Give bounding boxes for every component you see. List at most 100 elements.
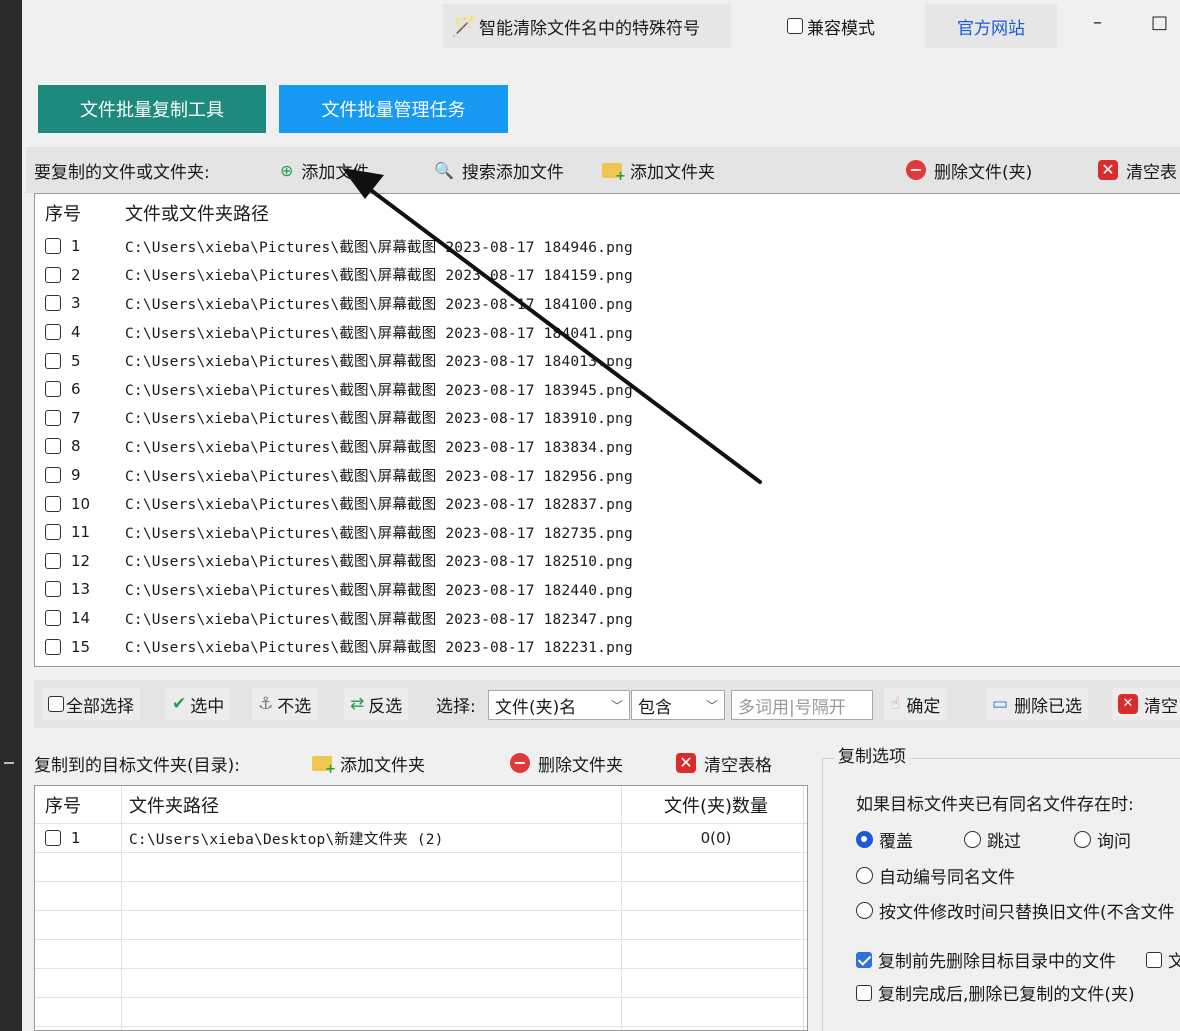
col-path-header[interactable]: 文件或文件夹路径 <box>125 200 269 226</box>
row-index: 5 <box>35 352 125 370</box>
row-checkbox[interactable] <box>45 638 61 655</box>
clean-special-chars-button[interactable]: 🪄 智能清除文件名中的特殊符号 <box>443 4 731 48</box>
table-row[interactable]: 15 C:\Users\xieba\Pictures\截图\屏幕截图 2023-0… <box>35 632 1180 661</box>
official-site-button[interactable]: 官方网站 <box>925 4 1057 48</box>
add-file-label: 添加文件 <box>301 162 370 183</box>
ask-radio[interactable]: 询问 <box>1074 827 1131 852</box>
skip-radio[interactable]: 跳过 <box>964 827 1021 852</box>
row-checkbox[interactable] <box>45 524 61 541</box>
delete-after-copy-box[interactable] <box>856 984 872 1001</box>
deselect-button[interactable]: ⚓ 不选 <box>252 688 318 720</box>
select-button[interactable]: ✔ 选中 <box>166 688 231 720</box>
row-checkbox[interactable] <box>45 352 61 369</box>
row-index-text: 6 <box>71 380 81 399</box>
col-index-header[interactable]: 序号 <box>35 200 125 226</box>
field-select[interactable]: 文件(夹)名 ﹀ <box>488 690 630 720</box>
source-label: 要复制的文件或文件夹: <box>34 147 210 193</box>
auto-number-radio-dot[interactable] <box>856 867 873 884</box>
row-index: 9 <box>35 466 125 484</box>
table-row[interactable]: 4 C:\Users\xieba\Pictures\截图\屏幕截图 2023-08… <box>35 318 1180 347</box>
row-index-text: 4 <box>71 323 81 342</box>
delete-folder-button[interactable]: − 删除文件夹 <box>510 740 623 786</box>
delete-selected-button[interactable]: ▭ 删除已选 <box>986 688 1089 720</box>
table-row[interactable]: 9 C:\Users\xieba\Pictures\截图\屏幕截图 2023-08… <box>35 461 1180 490</box>
row-checkbox[interactable] <box>45 581 61 598</box>
invert-button[interactable]: ⇄ 反选 <box>344 688 409 720</box>
row-checkbox[interactable] <box>45 438 61 455</box>
minimize-button[interactable]: – <box>1093 12 1102 33</box>
table-row[interactable]: 8 C:\Users\xieba\Pictures\截图\屏幕截图 2023-08… <box>35 432 1180 461</box>
delete-target-before-box[interactable] <box>856 951 872 968</box>
select-all-label: 全部选择 <box>66 696 134 717</box>
target-list-header: 序号 文件夹路径 文件(夹)数量 <box>35 786 807 824</box>
target-label: 复制到的目标文件夹(目录): <box>34 740 240 786</box>
add-folder-button[interactable]: 添加文件夹 <box>602 147 715 193</box>
table-row[interactable]: 13 C:\Users\xieba\Pictures\截图\屏幕截图 2023-0… <box>35 575 1180 604</box>
table-row[interactable]: 11 C:\Users\xieba\Pictures\截图\屏幕截图 2023-0… <box>35 518 1180 547</box>
row-checkbox[interactable] <box>45 467 61 484</box>
row-checkbox[interactable] <box>45 610 61 627</box>
select-all-checkbox[interactable]: 全部选择 <box>42 688 140 720</box>
match-select[interactable]: 包含 ﹀ <box>631 690 725 720</box>
row-checkbox[interactable] <box>45 238 61 255</box>
delete-file-button[interactable]: − 删除文件(夹) <box>906 147 1032 193</box>
col-count-header[interactable]: 文件(夹)数量 <box>641 792 791 818</box>
target-add-folder-button[interactable]: 添加文件夹 <box>312 740 425 786</box>
table-row[interactable]: 6 C:\Users\xieba\Pictures\截图\屏幕截图 2023-08… <box>35 375 1180 404</box>
row-index-text: 7 <box>71 408 81 427</box>
table-row[interactable]: 3 C:\Users\xieba\Pictures\截图\屏幕截图 2023-08… <box>35 289 1180 318</box>
file-list-header: 序号 文件或文件夹路径 <box>35 194 1180 232</box>
close-icon: ✕ <box>676 753 696 773</box>
confirm-button[interactable]: ☝ 确定 <box>884 688 947 720</box>
clear-table-button[interactable]: ✕ 清空表 <box>1098 147 1177 193</box>
table-row[interactable]: 1 C:\Users\xieba\Desktop\新建文件夹 (2) 0(0) <box>35 824 807 853</box>
compat-checkbox-box[interactable] <box>787 18 803 34</box>
row-checkbox[interactable] <box>45 295 61 312</box>
col-folder-path-header[interactable]: 文件夹路径 <box>129 792 641 818</box>
source-file-list[interactable]: 序号 文件或文件夹路径 1 C:\Users\xieba\Pictures\截图\… <box>34 193 1180 667</box>
extra-option-checkbox[interactable]: 文 <box>1146 947 1180 972</box>
add-file-button[interactable]: ⊕ 添加文件 <box>280 147 369 193</box>
tab-batch-copy[interactable]: 文件批量复制工具 <box>38 85 266 133</box>
table-row[interactable]: 7 C:\Users\xieba\Pictures\截图\屏幕截图 2023-08… <box>35 404 1180 433</box>
table-row[interactable]: 14 C:\Users\xieba\Pictures\截图\屏幕截图 2023-0… <box>35 604 1180 633</box>
row-file-path: C:\Users\xieba\Pictures\截图\屏幕截图 2023-08-… <box>125 325 633 342</box>
auto-number-radio[interactable]: 自动编号同名文件 <box>856 863 1015 888</box>
select-all-box[interactable] <box>48 696 64 712</box>
row-checkbox[interactable] <box>45 495 61 512</box>
skip-radio-dot[interactable] <box>964 831 981 848</box>
table-row[interactable]: 12 C:\Users\xieba\Pictures\截图\屏幕截图 2023-0… <box>35 547 1180 576</box>
ask-radio-dot[interactable] <box>1074 831 1091 848</box>
ask-label: 询问 <box>1097 832 1131 852</box>
source-toolbar: 要复制的文件或文件夹: ⊕ 添加文件 🔍 搜索添加文件 添加文件夹 − 删除文件… <box>26 147 1180 193</box>
target-clear-button[interactable]: ✕ 清空表格 <box>676 740 772 786</box>
overwrite-radio[interactable]: 覆盖 <box>856 827 913 852</box>
row-checkbox[interactable] <box>45 324 61 341</box>
table-row[interactable]: 1 C:\Users\xieba\Pictures\截图\屏幕截图 2023-08… <box>35 232 1180 261</box>
tab-batch-manage[interactable]: 文件批量管理任务 <box>279 85 508 133</box>
row-checkbox[interactable] <box>45 381 61 398</box>
row-file-path: C:\Users\xieba\Pictures\截图\屏幕截图 2023-08-… <box>125 640 633 657</box>
row-checkbox[interactable] <box>45 830 61 847</box>
row-checkbox[interactable] <box>45 552 61 569</box>
delete-after-copy-checkbox[interactable]: 复制完成后,删除已复制的文件(夹) <box>856 980 1135 1005</box>
extra-option-box[interactable] <box>1146 951 1162 968</box>
col-index-header[interactable]: 序号 <box>35 792 129 818</box>
overwrite-radio-dot[interactable] <box>856 831 873 848</box>
table-row[interactable]: 2 C:\Users\xieba\Pictures\截图\屏幕截图 2023-08… <box>35 261 1180 290</box>
delete-target-before-checkbox[interactable]: 复制前先删除目标目录中的文件 <box>856 947 1116 972</box>
row-checkbox[interactable] <box>45 409 61 426</box>
compat-mode-checkbox[interactable]: 兼容模式 <box>787 10 875 42</box>
row-checkbox[interactable] <box>45 266 61 283</box>
search-add-file-button[interactable]: 🔍 搜索添加文件 <box>434 147 564 193</box>
keyword-input[interactable]: 多词用|号隔开 <box>731 690 873 720</box>
clear-selection-button[interactable]: ✕ 清空 <box>1112 688 1180 720</box>
table-row[interactable]: 5 C:\Users\xieba\Pictures\截图\屏幕截图 2023-08… <box>35 346 1180 375</box>
target-folder-list[interactable]: 序号 文件夹路径 文件(夹)数量 1 C:\Users\xieba\Deskto… <box>34 785 808 1031</box>
replace-by-time-radio-dot[interactable] <box>856 902 873 919</box>
maximize-button[interactable]: □ <box>1151 12 1168 33</box>
replace-by-time-radio[interactable]: 按文件修改时间只替换旧文件(不含文件 <box>856 898 1175 923</box>
table-row[interactable]: 10 C:\Users\xieba\Pictures\截图\屏幕截图 2023-0… <box>35 489 1180 518</box>
row-index: 12 <box>35 552 125 570</box>
skip-label: 跳过 <box>987 832 1021 852</box>
